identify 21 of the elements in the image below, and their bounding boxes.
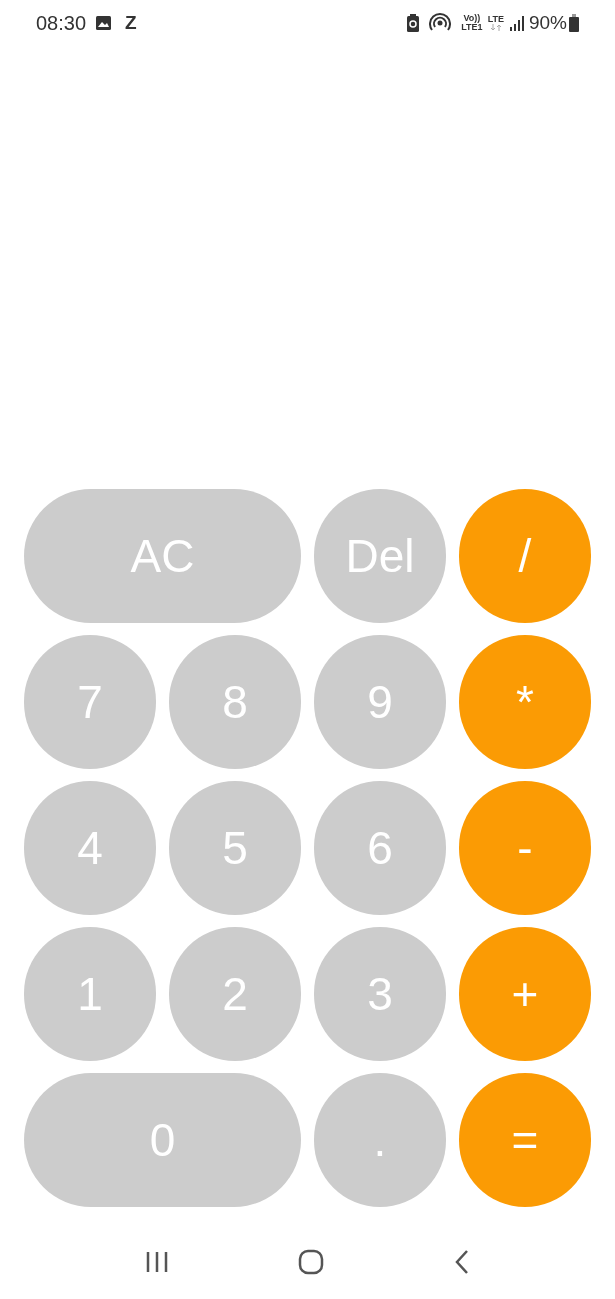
signal-icon (509, 15, 525, 31)
hotspot-icon (429, 13, 452, 33)
calculator-key[interactable]: * (459, 635, 591, 769)
calculator-key[interactable]: - (459, 781, 591, 915)
battery-saver-icon (407, 14, 420, 32)
sim-label: LTE1 (461, 23, 483, 32)
image-icon (96, 16, 112, 30)
notification-letter: Z (125, 10, 137, 35)
back-icon[interactable] (454, 1249, 471, 1275)
calculator-key[interactable]: . (314, 1073, 446, 1207)
data-arrows-icon (489, 24, 502, 31)
calculator-key[interactable]: + (459, 927, 591, 1061)
calculator-key[interactable]: = (459, 1073, 591, 1207)
network-type: LTE (487, 15, 504, 24)
battery-percent: 90% (528, 10, 567, 35)
volte-label: Vo)) (463, 14, 481, 23)
battery-icon (569, 14, 579, 32)
home-icon[interactable] (298, 1249, 325, 1275)
clock: 08:30 (36, 11, 87, 36)
calculator-key[interactable]: / (459, 489, 591, 623)
recent-apps-icon[interactable] (144, 1251, 169, 1273)
